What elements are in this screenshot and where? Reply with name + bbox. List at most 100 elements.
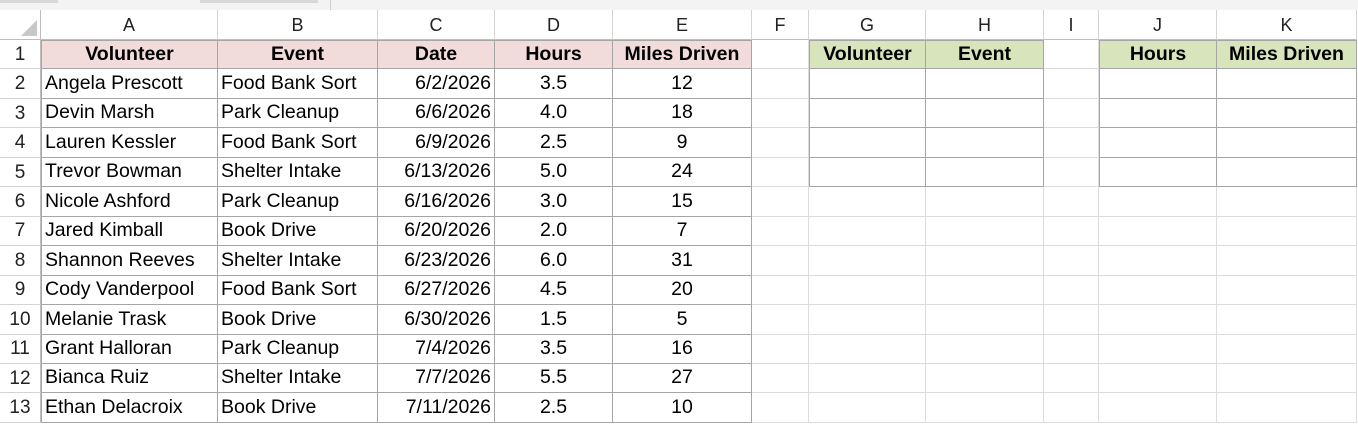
cell-f2[interactable] — [752, 69, 809, 99]
cell-d9[interactable]: 4.5 — [495, 275, 613, 306]
cell-c8[interactable]: 6/23/2026 — [378, 246, 495, 276]
cell-k2[interactable] — [1217, 69, 1357, 99]
cell-a7[interactable]: Jared Kimball — [41, 216, 218, 247]
cell-b9[interactable]: Food Bank Sort — [218, 275, 378, 306]
cell-b10[interactable]: Book Drive — [218, 305, 378, 335]
cell-b2[interactable]: Food Bank Sort — [218, 69, 378, 99]
cell-i10[interactable] — [1044, 305, 1099, 335]
cell-d10[interactable]: 1.5 — [495, 305, 613, 335]
cell-d2[interactable]: 3.5 — [495, 69, 613, 99]
cell-i12[interactable] — [1044, 363, 1099, 394]
cell-e2[interactable]: 12 — [613, 69, 752, 99]
cell-e11[interactable]: 16 — [613, 334, 752, 364]
row-header-11[interactable]: 11 — [0, 334, 41, 364]
cell-g8[interactable] — [809, 246, 926, 276]
cell-i7[interactable] — [1044, 216, 1099, 247]
cell-j13[interactable] — [1099, 393, 1217, 423]
cell-h6[interactable] — [926, 187, 1044, 217]
column-header-g[interactable]: G — [809, 10, 926, 40]
cell-a8[interactable]: Shannon Reeves — [41, 246, 218, 276]
cell-d7[interactable]: 2.0 — [495, 216, 613, 247]
row-header-10[interactable]: 10 — [0, 305, 41, 335]
cell-e7[interactable]: 7 — [613, 216, 752, 247]
cell-a6[interactable]: Nicole Ashford — [41, 187, 218, 217]
column-header-k[interactable]: K — [1217, 10, 1357, 40]
row-header-12[interactable]: 12 — [0, 363, 41, 394]
cell-e8[interactable]: 31 — [613, 246, 752, 276]
column-header-a[interactable]: A — [41, 10, 218, 40]
row-header-3[interactable]: 3 — [0, 98, 41, 129]
cell-c2[interactable]: 6/2/2026 — [378, 69, 495, 99]
cell-j4[interactable] — [1099, 128, 1217, 158]
cell-j8[interactable] — [1099, 246, 1217, 276]
cell-f7[interactable] — [752, 216, 809, 247]
row-header-8[interactable]: 8 — [0, 246, 41, 276]
cell-h2[interactable] — [926, 69, 1044, 99]
cell-j5[interactable] — [1099, 157, 1217, 188]
column-header-f[interactable]: F — [752, 10, 809, 40]
cell-h13[interactable] — [926, 393, 1044, 423]
select-all-corner[interactable] — [0, 10, 41, 40]
cell-f10[interactable] — [752, 305, 809, 335]
column-header-h[interactable]: H — [926, 10, 1044, 40]
cell-g3[interactable] — [809, 98, 926, 129]
cell-d3[interactable]: 4.0 — [495, 98, 613, 129]
row-header-13[interactable]: 13 — [0, 393, 41, 423]
cell-k9[interactable] — [1217, 275, 1357, 306]
cell-d11[interactable]: 3.5 — [495, 334, 613, 364]
cell-g13[interactable] — [809, 393, 926, 423]
cell-e6[interactable]: 15 — [613, 187, 752, 217]
cell-k7[interactable] — [1217, 216, 1357, 247]
column-header-b[interactable]: B — [218, 10, 378, 40]
cell-g2[interactable] — [809, 69, 926, 99]
cell-a10[interactable]: Melanie Trask — [41, 305, 218, 335]
cell-b3[interactable]: Park Cleanup — [218, 98, 378, 129]
cell-h8[interactable] — [926, 246, 1044, 276]
cell-a5[interactable]: Trevor Bowman — [41, 157, 218, 188]
cell-b5[interactable]: Shelter Intake — [218, 157, 378, 188]
cell-k8[interactable] — [1217, 246, 1357, 276]
cell-h9[interactable] — [926, 275, 1044, 306]
cell-h5[interactable] — [926, 157, 1044, 188]
cell-f8[interactable] — [752, 246, 809, 276]
cell-k12[interactable] — [1217, 363, 1357, 394]
cell-k5[interactable] — [1217, 157, 1357, 188]
cell-b8[interactable]: Shelter Intake — [218, 246, 378, 276]
cell-e9[interactable]: 20 — [613, 275, 752, 306]
cell-h11[interactable] — [926, 334, 1044, 364]
cell-i6[interactable] — [1044, 187, 1099, 217]
cell-g12[interactable] — [809, 363, 926, 394]
cell-e12[interactable]: 27 — [613, 363, 752, 394]
cell-k6[interactable] — [1217, 187, 1357, 217]
cell-h12[interactable] — [926, 363, 1044, 394]
cell-j12[interactable] — [1099, 363, 1217, 394]
cell-c12[interactable]: 7/7/2026 — [378, 363, 495, 394]
cell-i11[interactable] — [1044, 334, 1099, 364]
cell-f11[interactable] — [752, 334, 809, 364]
row-header-2[interactable]: 2 — [0, 69, 41, 99]
cell-c13[interactable]: 7/11/2026 — [378, 393, 495, 423]
cell-i2[interactable] — [1044, 69, 1099, 99]
cell-f3[interactable] — [752, 98, 809, 129]
row-header-5[interactable]: 5 — [0, 157, 41, 188]
cell-d5[interactable]: 5.0 — [495, 157, 613, 188]
cell-f9[interactable] — [752, 275, 809, 306]
cell-j2[interactable] — [1099, 69, 1217, 99]
cell-h1[interactable]: Event — [926, 40, 1044, 70]
cell-f4[interactable] — [752, 128, 809, 158]
cell-b6[interactable]: Park Cleanup — [218, 187, 378, 217]
cell-c1[interactable]: Date — [378, 40, 495, 70]
cell-b11[interactable]: Park Cleanup — [218, 334, 378, 364]
cell-a13[interactable]: Ethan Delacroix — [41, 393, 218, 423]
cell-f12[interactable] — [752, 363, 809, 394]
cell-i3[interactable] — [1044, 98, 1099, 129]
cell-c4[interactable]: 6/9/2026 — [378, 128, 495, 158]
cell-k11[interactable] — [1217, 334, 1357, 364]
cell-c7[interactable]: 6/20/2026 — [378, 216, 495, 247]
cell-h7[interactable] — [926, 216, 1044, 247]
column-header-j[interactable]: J — [1099, 10, 1217, 40]
cell-j9[interactable] — [1099, 275, 1217, 306]
cell-a2[interactable]: Angela Prescott — [41, 69, 218, 99]
cell-a12[interactable]: Bianca Ruiz — [41, 363, 218, 394]
cell-d12[interactable]: 5.5 — [495, 363, 613, 394]
